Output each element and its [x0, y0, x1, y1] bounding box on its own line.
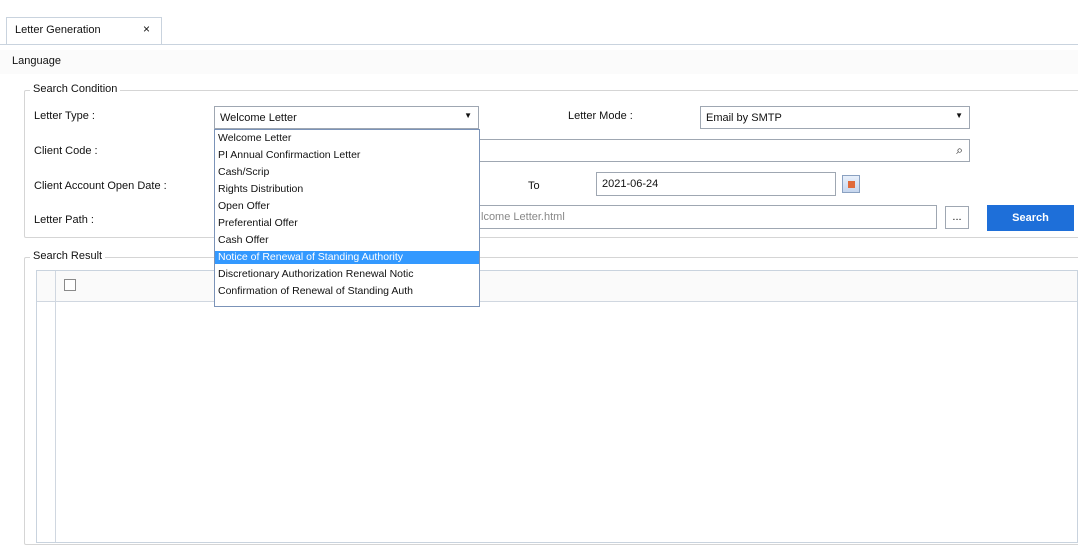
search-result-title: Search Result — [30, 250, 106, 262]
search-button[interactable]: Search — [987, 205, 1074, 231]
menu-bar: Language — [0, 50, 1078, 74]
menu-language[interactable]: Language — [12, 55, 61, 67]
to-label: To — [528, 180, 540, 192]
dropdown-option[interactable]: Cash Offer — [215, 234, 479, 247]
tab-strip: Letter Generation × — [0, 0, 1078, 45]
letter-mode-select[interactable]: Email by SMTP ▼ — [700, 106, 970, 129]
select-all-checkbox[interactable] — [64, 279, 76, 291]
letter-type-dropdown-list[interactable]: Welcome Letter PI Annual Confirmaction L… — [214, 129, 480, 307]
letter-type-value: Welcome Letter — [220, 112, 297, 124]
letter-mode-label: Letter Mode : — [568, 110, 633, 122]
dropdown-option[interactable]: Cash/Scrip — [215, 166, 479, 179]
calendar-icon[interactable] — [842, 175, 860, 193]
letter-type-label: Letter Type : — [34, 110, 95, 122]
grid-header — [37, 271, 1077, 302]
chevron-down-icon: ▼ — [955, 111, 963, 120]
dropdown-option[interactable]: Preferential Offer — [215, 217, 479, 230]
row-indicator-column — [37, 301, 56, 542]
letter-mode-value: Email by SMTP — [706, 112, 782, 124]
dropdown-option[interactable]: Rights Distribution — [215, 183, 479, 196]
tab-label: Letter Generation — [15, 24, 101, 36]
to-date-value: 2021-06-24 — [602, 178, 659, 190]
open-date-label: Client Account Open Date : — [34, 180, 167, 192]
client-code-label: Client Code : — [34, 145, 98, 157]
search-condition-title: Search Condition — [30, 83, 121, 95]
browse-button[interactable]: ... — [945, 206, 969, 229]
dropdown-option[interactable]: Open Offer — [215, 200, 479, 213]
dropdown-option-selected[interactable]: Notice of Renewal of Standing Authority — [215, 251, 479, 264]
letter-path-input[interactable]: lcome Letter.html — [479, 205, 937, 229]
search-icon[interactable]: ⌕ — [956, 143, 963, 158]
chevron-down-icon: ▼ — [464, 111, 472, 120]
dropdown-option[interactable]: PI Annual Confirmaction Letter — [215, 149, 479, 162]
result-grid[interactable] — [36, 270, 1078, 543]
dropdown-option[interactable]: Confirmation of Renewal of Standing Auth — [215, 285, 479, 298]
letter-path-label: Letter Path : — [34, 214, 94, 226]
dropdown-option[interactable]: Discretionary Authorization Renewal Noti… — [215, 268, 479, 281]
tab-letter-generation[interactable]: Letter Generation × — [6, 17, 162, 44]
to-date-input[interactable]: 2021-06-24 — [596, 172, 836, 196]
letter-path-value: lcome Letter.html — [481, 211, 565, 223]
row-indicator-header — [37, 271, 56, 301]
close-icon[interactable]: × — [143, 22, 150, 36]
client-code-input[interactable]: ⌕ — [479, 139, 970, 162]
dropdown-option[interactable]: Welcome Letter — [215, 132, 479, 145]
letter-type-select[interactable]: Welcome Letter ▼ — [214, 106, 479, 129]
